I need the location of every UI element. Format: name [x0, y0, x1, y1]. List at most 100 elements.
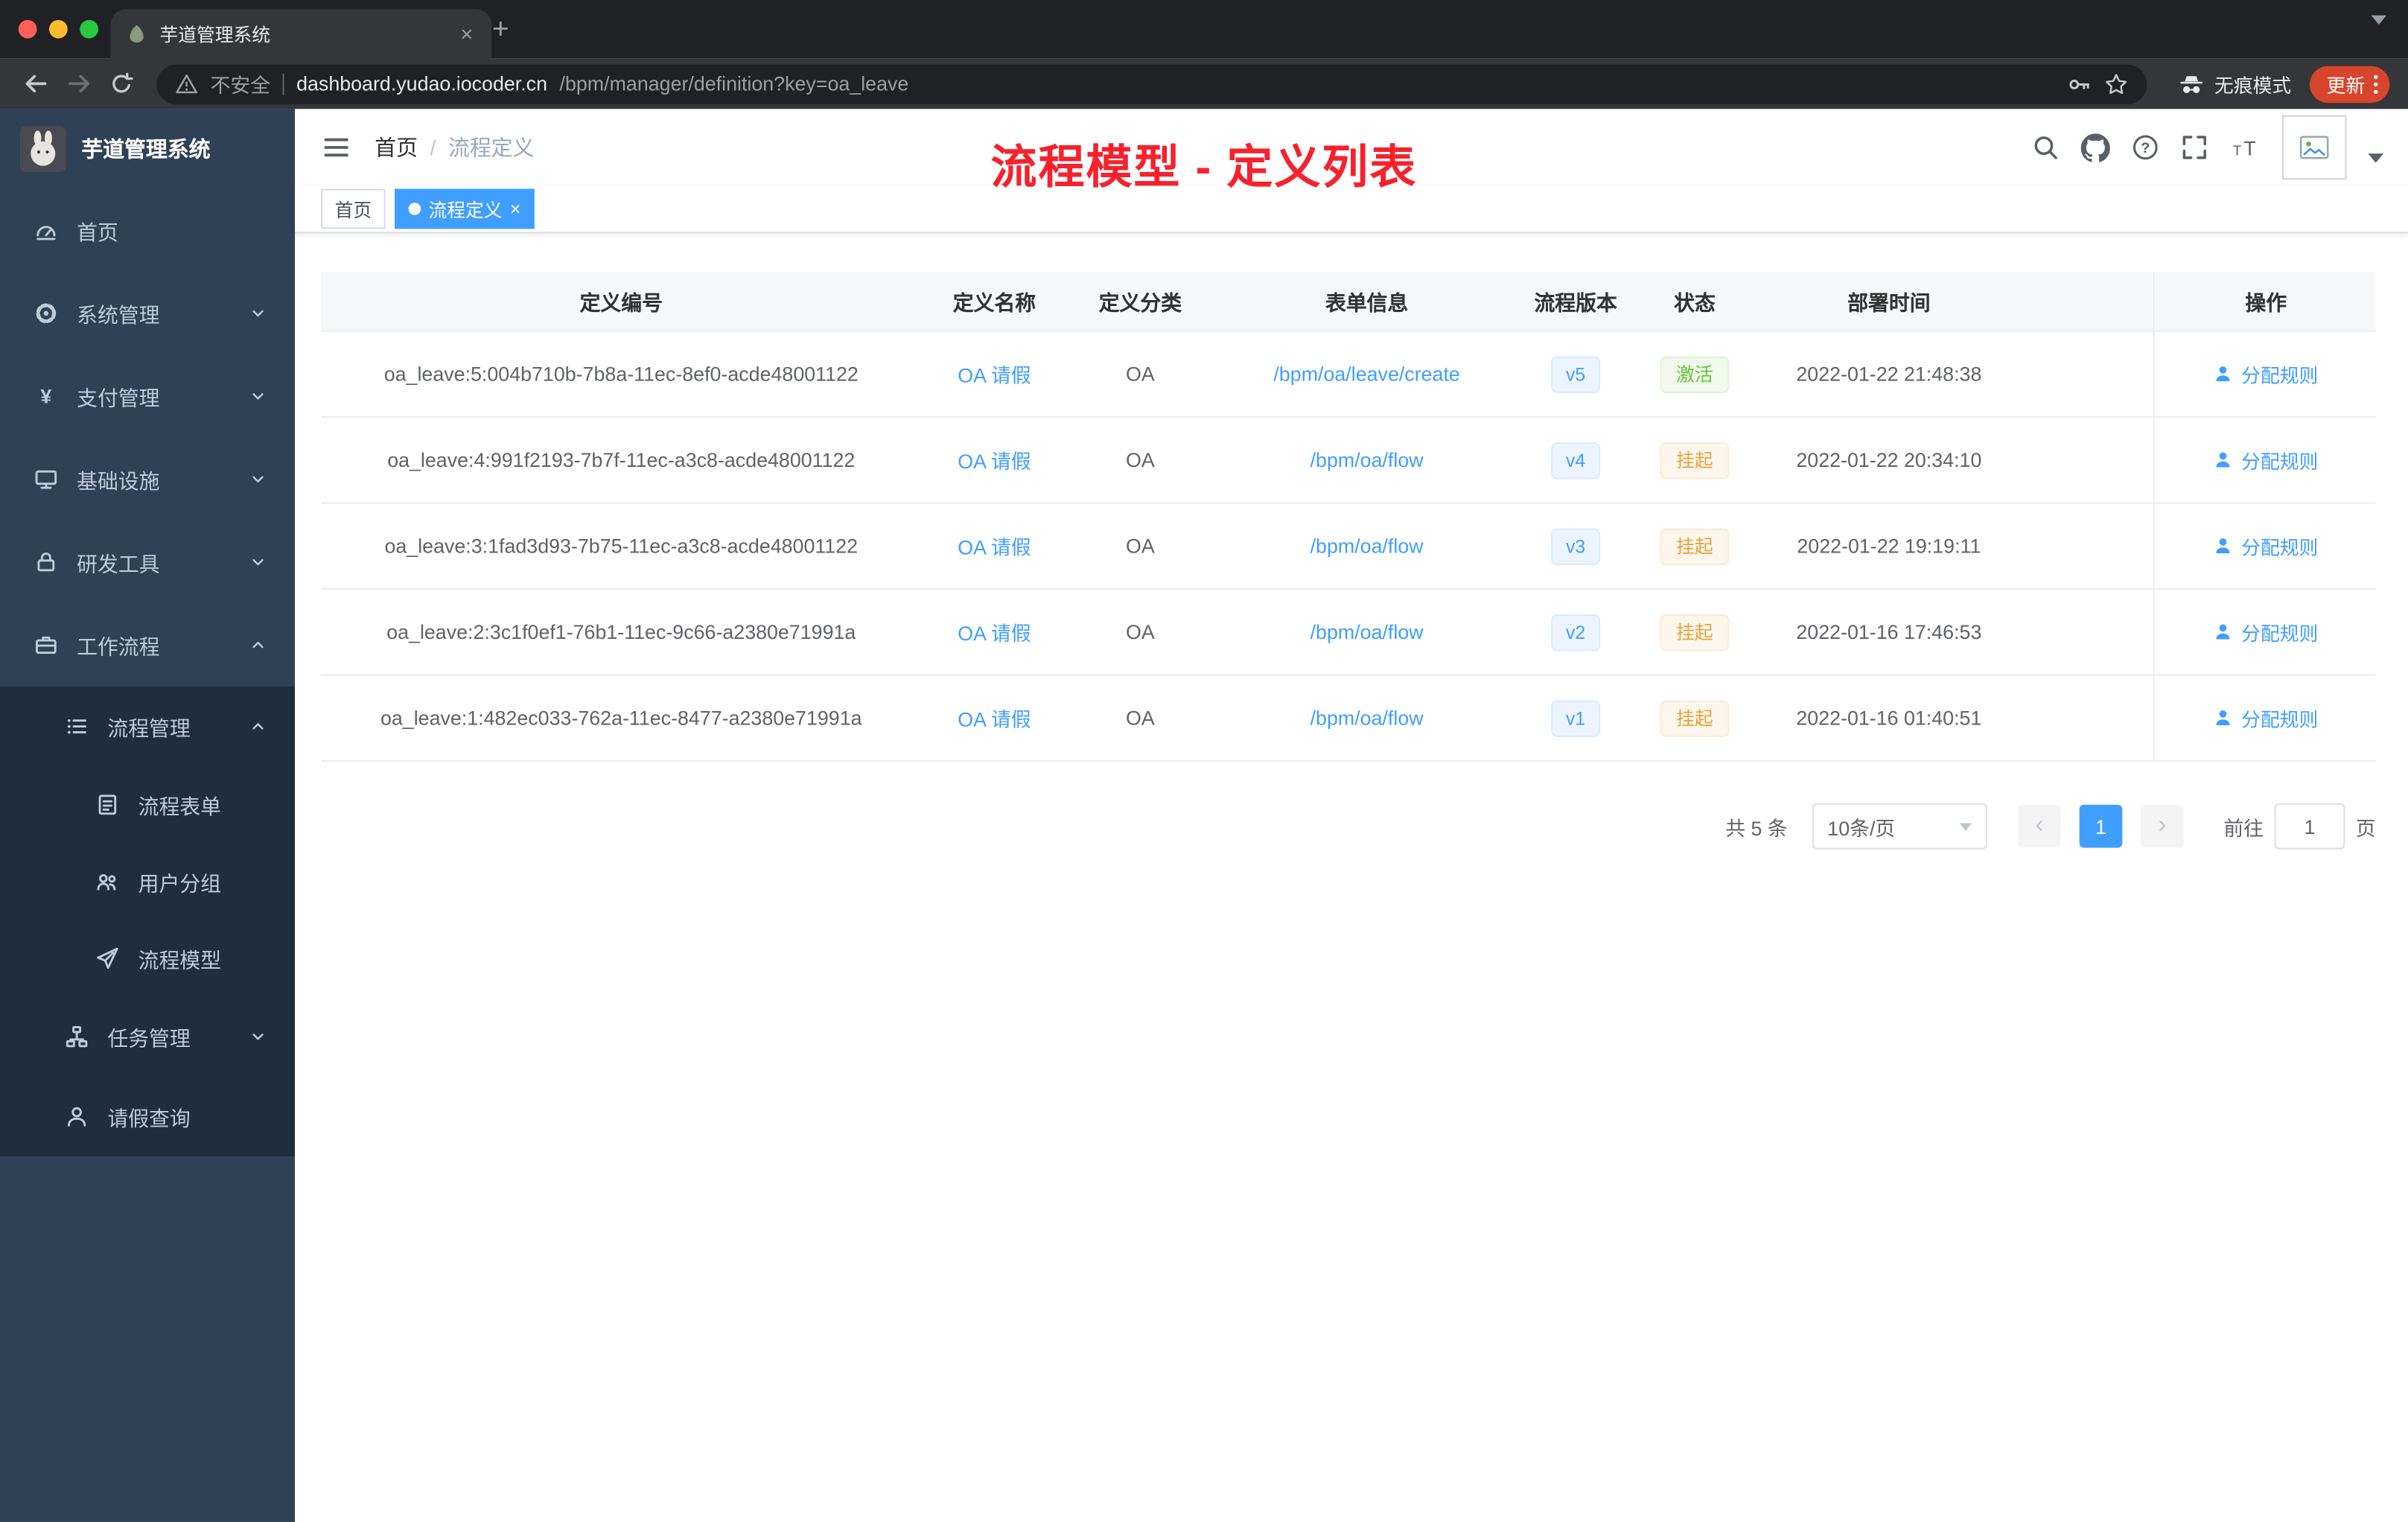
assign-rule-link[interactable]: 分配规则: [2214, 617, 2318, 646]
menu-dots-icon[interactable]: [2373, 73, 2379, 95]
svg-text:¥: ¥: [40, 386, 51, 408]
goto-page-input[interactable]: [2274, 803, 2345, 850]
tag-1[interactable]: 流程定义 ×: [395, 188, 535, 229]
operation-cell: 分配规则: [2153, 418, 2377, 503]
hamburger-icon[interactable]: [319, 130, 353, 164]
gear-icon: [34, 301, 58, 325]
browser-update-button[interactable]: 更新: [2309, 65, 2390, 103]
sidebar-item-label: 任务管理: [107, 1027, 191, 1051]
close-window-button[interactable]: [18, 19, 37, 39]
form-link[interactable]: /bpm/oa/leave/create: [1273, 363, 1459, 386]
sidebar-item-8[interactable]: 用户分组: [0, 843, 295, 920]
sidebar-item-11[interactable]: 请假查询: [0, 1076, 295, 1157]
operation-cell: 分配规则: [2153, 331, 2377, 416]
github-icon[interactable]: [2080, 133, 2110, 162]
briefcase-icon: [34, 633, 58, 657]
sidebar-item-label: 工作流程: [77, 635, 160, 659]
tags-view: 首页 流程定义 ×: [295, 185, 2408, 234]
avatar-dropdown-caret[interactable]: [2368, 153, 2383, 171]
list-icon: [65, 714, 89, 739]
page-size-select[interactable]: 10条/页: [1812, 803, 1987, 850]
tag-close-icon[interactable]: ×: [510, 200, 520, 218]
spacer-cell: [2019, 676, 2153, 760]
definition-name-cell: OA 请假: [922, 676, 1068, 760]
definition-name-link[interactable]: OA 请假: [958, 360, 1031, 389]
sidebar-item-4[interactable]: 研发工具: [0, 520, 295, 603]
chevron-down-icon: [249, 1028, 267, 1046]
new-tab-button[interactable]: +: [482, 13, 520, 50]
breadcrumb-current: 流程定义: [448, 135, 535, 160]
back-icon[interactable]: [16, 64, 56, 104]
active-dot: [408, 203, 421, 215]
form-link[interactable]: /bpm/oa/flow: [1310, 707, 1424, 730]
search-icon[interactable]: [2032, 133, 2060, 161]
avatar[interactable]: [2281, 115, 2347, 180]
bookmark-star-icon[interactable]: [2104, 71, 2129, 96]
definition-name-link[interactable]: OA 请假: [958, 704, 1031, 733]
tab-close-icon[interactable]: ×: [457, 23, 476, 45]
next-page-button[interactable]: ›: [2141, 804, 2184, 848]
sidebar-item-10[interactable]: 任务管理: [0, 996, 295, 1077]
tag-0[interactable]: 首页: [321, 188, 386, 229]
sidebar-item-9[interactable]: 流程模型: [0, 920, 295, 997]
definition-name-link[interactable]: OA 请假: [958, 617, 1031, 646]
sidebar-item-5[interactable]: 工作流程: [0, 604, 295, 687]
form-cell: /bpm/oa/leave/create: [1213, 332, 1520, 416]
column-header: 定义分类: [1098, 291, 1182, 315]
sidebar-item-0[interactable]: 首页: [0, 189, 295, 272]
form-link[interactable]: /bpm/oa/flow: [1310, 620, 1424, 643]
sidebar: 芋道管理系统 首页 系统管理 ¥ 支付管理 基础设施 研发工具工作流程流程管理 流程表单 用户…: [0, 109, 295, 1522]
lock-icon: [34, 550, 58, 574]
sidebar-item-3[interactable]: 基础设施: [0, 438, 295, 520]
maximize-window-button[interactable]: [80, 19, 98, 39]
assign-rule-link[interactable]: 分配规则: [2214, 360, 2318, 389]
sidebar-item-1[interactable]: 系统管理: [0, 272, 295, 354]
form-link[interactable]: /bpm/oa/flow: [1310, 535, 1424, 558]
security-label[interactable]: 不安全: [211, 69, 270, 98]
fullscreen-icon[interactable]: [2181, 133, 2208, 161]
help-icon[interactable]: ?: [2132, 133, 2159, 161]
definition-name-cell: OA 请假: [922, 332, 1068, 416]
minimize-window-button[interactable]: [49, 19, 68, 39]
brand-row[interactable]: 芋道管理系统: [0, 109, 295, 188]
definition-name-link[interactable]: OA 请假: [958, 445, 1031, 474]
assign-rule-link[interactable]: 分配规则: [2214, 532, 2318, 561]
goto-unit: 页: [2355, 816, 2376, 840]
table-row: oa_leave:3:1fad3d93-7b75-11ec-a3c8-acde4…: [321, 503, 2377, 590]
form-link[interactable]: /bpm/oa/flow: [1310, 448, 1424, 471]
column-header: 表单信息: [1325, 291, 1409, 315]
browser-tab[interactable]: 芋道管理系统 ×: [110, 9, 491, 59]
column-header: 定义名称: [952, 291, 1036, 315]
send-icon: [95, 946, 120, 971]
divider: [282, 72, 284, 95]
column-header: 状态: [1674, 291, 1716, 315]
assign-rule-link[interactable]: 分配规则: [2214, 445, 2318, 474]
status-badge: 激活: [1660, 355, 1729, 392]
breadcrumb-home[interactable]: 首页: [375, 132, 418, 162]
password-key-icon[interactable]: [2067, 71, 2092, 96]
chevron-up-icon: [249, 717, 267, 736]
reload-icon[interactable]: [101, 64, 141, 104]
page-number-button[interactable]: 1: [2079, 804, 2123, 848]
url-host: dashboard.yudao.iocoder.cn: [296, 71, 548, 95]
sidebar-item-label: 流程模型: [138, 949, 221, 972]
tab-search-icon[interactable]: [2371, 15, 2387, 59]
definition-name-cell: OA 请假: [922, 418, 1068, 502]
users-icon: [95, 869, 120, 894]
main-panel: 首页 / 流程定义 ? T T 首页 流程定义 × 定义编号 定义名称 定义分类…: [295, 109, 2408, 1522]
address-bar[interactable]: 不安全 dashboard.yudao.iocoder.cn /bpm/mana…: [156, 63, 2147, 104]
operation-cell: 分配规则: [2153, 503, 2377, 588]
assign-rule-link[interactable]: 分配规则: [2214, 704, 2318, 733]
definition-category: OA: [1126, 706, 1155, 730]
sidebar-item-2[interactable]: ¥ 支付管理: [0, 354, 295, 437]
status-cell: 挂起: [1631, 504, 1758, 588]
incognito-indicator: 无痕模式: [2178, 69, 2291, 98]
definition-name-link[interactable]: OA 请假: [958, 532, 1031, 561]
sidebar-item-7[interactable]: 流程表单: [0, 766, 295, 844]
sidebar-item-6[interactable]: 流程管理: [0, 686, 295, 767]
spacer-cell: [2019, 418, 2153, 502]
version-cell: v1: [1520, 676, 1631, 760]
font-size-icon[interactable]: TT: [2230, 133, 2261, 161]
prev-page-button[interactable]: ‹: [2018, 804, 2061, 848]
forward-icon[interactable]: [58, 64, 98, 104]
